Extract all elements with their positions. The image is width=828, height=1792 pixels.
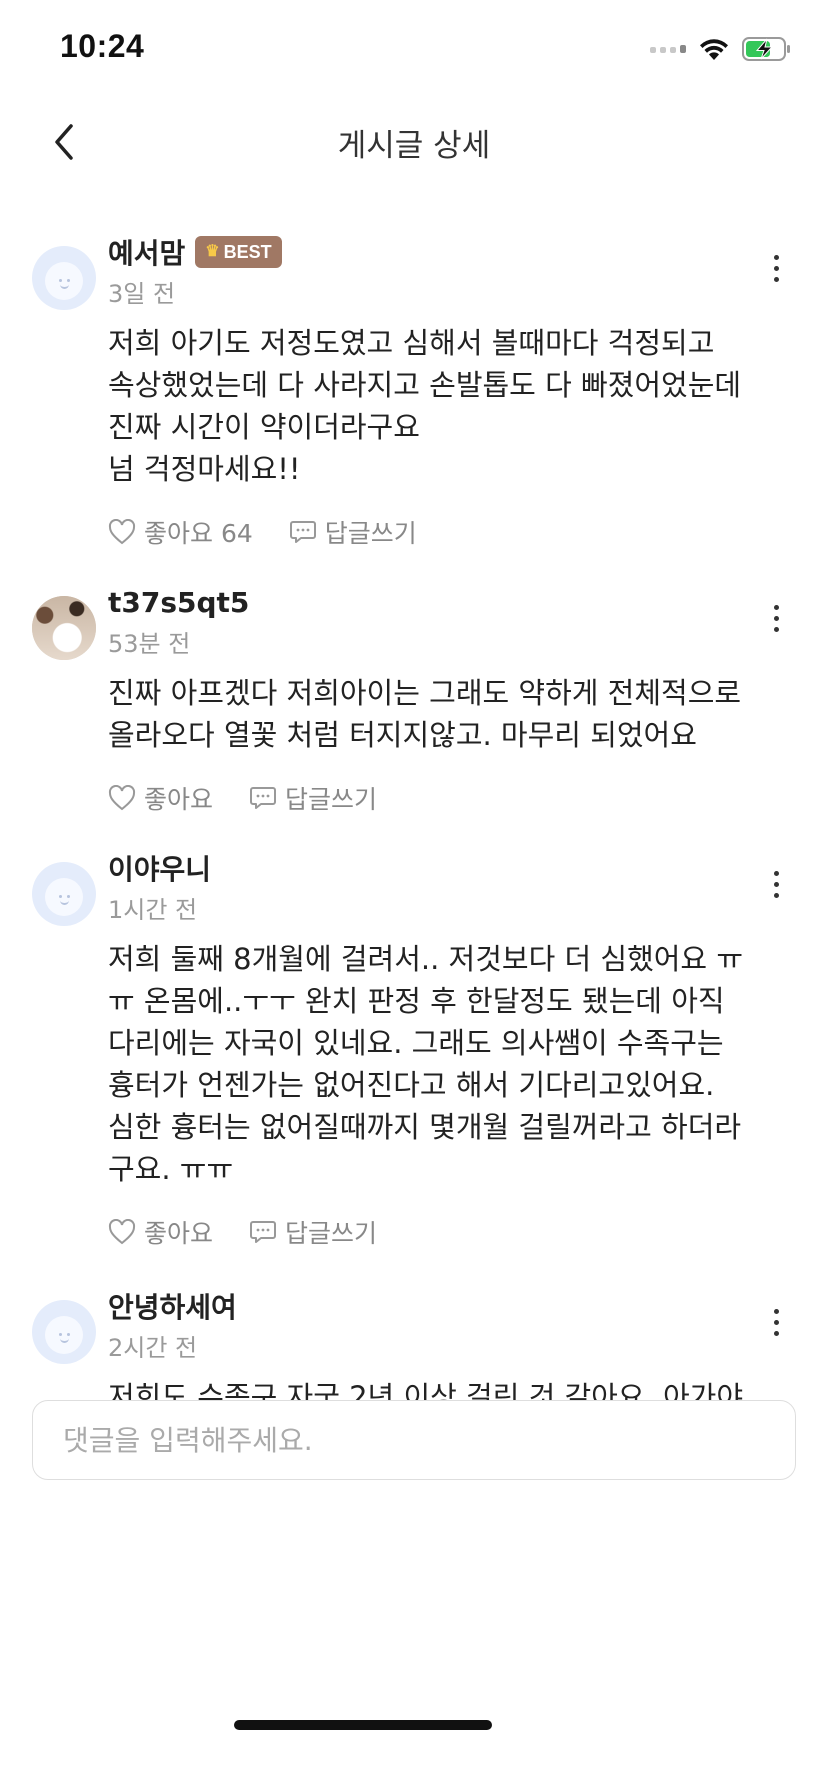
avatar[interactable]	[32, 596, 96, 660]
like-label: 좋아요 64	[144, 519, 253, 548]
like-button[interactable]: 좋아요	[108, 1214, 213, 1250]
heart-icon	[108, 785, 136, 811]
avatar[interactable]	[32, 246, 96, 310]
comment-item: 예서맘 ♛ BEST 3일 전 저희 아기도 저정도였고 심해서 볼때마다 걱정…	[0, 232, 828, 548]
cellular-signal-icon	[650, 45, 686, 53]
comment-nickname[interactable]: 예서맘	[108, 232, 185, 272]
comment-input[interactable]	[63, 1423, 765, 1457]
heart-icon	[108, 1219, 136, 1245]
page-title: 게시글 상세	[337, 128, 491, 164]
nav-bar: 게시글 상세	[0, 100, 828, 180]
comment-actions: 좋아요 답글쓰기	[108, 1212, 788, 1252]
avatar[interactable]	[32, 1300, 96, 1364]
battery-charging-icon	[742, 37, 790, 61]
reply-button[interactable]: 답글쓰기	[249, 780, 377, 816]
comment-actions: 좋아요 답글쓰기	[108, 778, 788, 818]
avatar[interactable]	[32, 862, 96, 926]
more-options-button[interactable]	[764, 596, 788, 640]
comment-list: 예서맘 ♛ BEST 3일 전 저희 아기도 저정도였고 심해서 볼때마다 걱정…	[0, 232, 828, 1426]
comment-time: 1시간 전	[108, 896, 198, 924]
best-badge-label: BEST	[223, 242, 272, 262]
comment-item: 이야우니 1시간 전 저희 둘째 8개월에 걸려서.. 저것보다 더 심했어요 …	[0, 848, 828, 1248]
speech-bubble-icon	[250, 1221, 277, 1243]
speech-bubble-icon	[289, 521, 316, 543]
reply-label: 답글쓰기	[285, 1219, 378, 1248]
speech-bubble-icon	[250, 787, 277, 809]
reply-button[interactable]: 답글쓰기	[249, 1214, 377, 1250]
reply-label: 답글쓰기	[324, 519, 417, 548]
reply-button[interactable]: 답글쓰기	[289, 514, 417, 550]
more-options-button[interactable]	[764, 1300, 788, 1344]
comment-time: 2시간 전	[108, 1334, 198, 1362]
like-button[interactable]: 좋아요	[108, 780, 213, 816]
comment-body: 저희 둘째 8개월에 걸려서.. 저것보다 더 심했어요 ㅠ ㅠ 온몸에..ㅜㅜ…	[108, 942, 744, 1186]
crown-icon: ♛	[205, 243, 220, 260]
reply-label: 답글쓰기	[285, 785, 378, 814]
post-detail-screen: 10:24 게시글 상세 예서맘 ♛ BEST 3일 전 저희 아기도 저정도였…	[0, 0, 828, 1792]
comment-body: 진짜 아프겠다 저희아이는 그래도 약하게 전체적으로 올라오다 열꽃 처럼 터…	[108, 676, 742, 752]
comment-input-box[interactable]	[32, 1400, 796, 1480]
comment-body: 저희 아기도 저정도였고 심해서 볼때마다 걱정되고 속상했었는데 다 사라지고…	[108, 326, 742, 486]
comment-actions: 좋아요 64 답글쓰기	[108, 512, 788, 552]
home-indicator[interactable]	[234, 1720, 492, 1730]
more-options-button[interactable]	[764, 246, 788, 290]
comment-time: 3일 전	[108, 280, 176, 308]
status-icons	[650, 36, 792, 62]
comment-nickname[interactable]: t37s5qt5	[108, 586, 249, 619]
best-badge: ♛ BEST	[195, 236, 282, 268]
like-label: 좋아요	[144, 1219, 214, 1248]
like-button[interactable]: 좋아요 64	[108, 514, 253, 550]
wifi-icon	[700, 39, 728, 60]
heart-icon	[108, 519, 136, 545]
comment-item: t37s5qt5 53분 전 진짜 아프겠다 저희아이는 그래도 약하게 전체적…	[0, 582, 828, 814]
status-bar: 10:24	[0, 0, 828, 100]
comment-time: 53분 전	[108, 630, 191, 658]
status-time: 10:24	[60, 28, 145, 64]
comment-nickname[interactable]: 이야우니	[108, 848, 211, 888]
like-label: 좋아요	[144, 785, 214, 814]
more-options-button[interactable]	[764, 862, 788, 906]
comment-nickname[interactable]: 안녕하세여	[108, 1286, 237, 1326]
